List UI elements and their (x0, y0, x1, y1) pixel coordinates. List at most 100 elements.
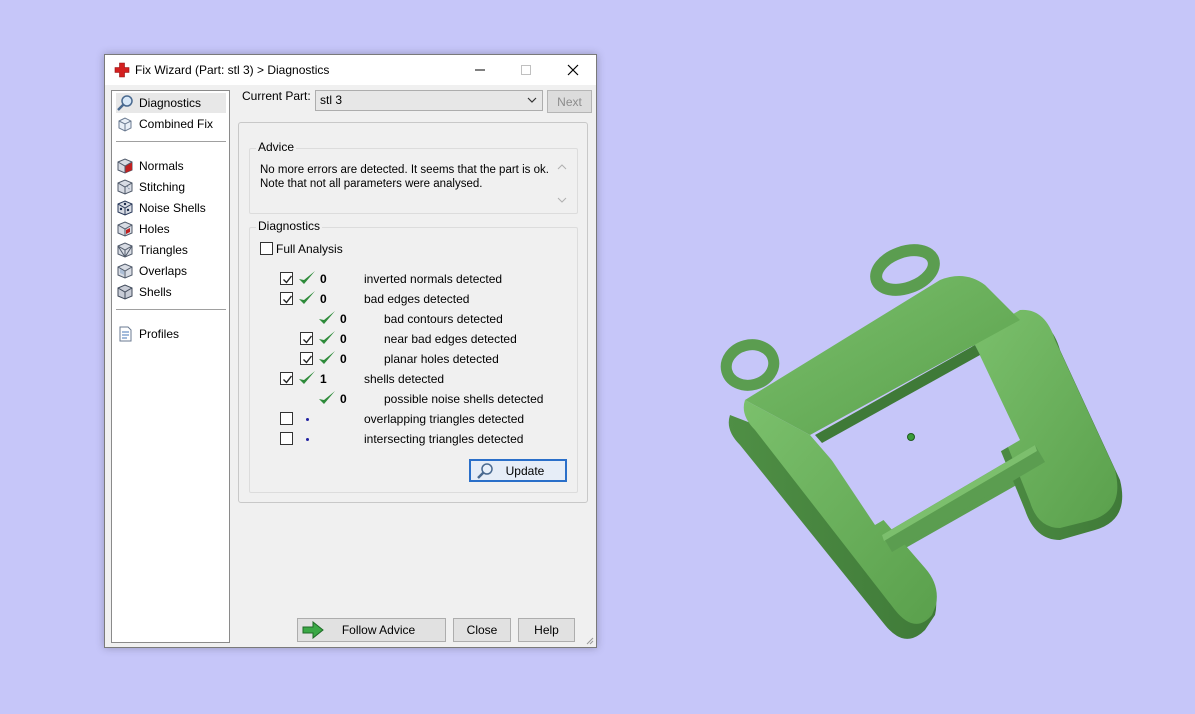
near-bad-edges-label: near bad edges detected (384, 332, 517, 346)
inverted-normals-checkbox[interactable] (280, 272, 293, 285)
nav-item-holes[interactable]: Holes (116, 219, 226, 239)
planar-holes-count: 0 (340, 352, 347, 366)
nav-item-label: Combined Fix (139, 117, 214, 131)
near-bad-edges-count: 0 (340, 332, 347, 346)
nav-item-label: Triangles (139, 243, 188, 257)
ok-check-icon (319, 351, 335, 364)
close-icon (567, 64, 579, 76)
intersecting-triangles-label: intersecting triangles detected (364, 432, 524, 446)
nav-item-noise-shells[interactable]: Noise Shells (116, 198, 226, 218)
green-arrow-icon (302, 621, 324, 639)
nav-item-label: Diagnostics (139, 96, 202, 110)
nav-item-diagnostics[interactable]: Diagnostics (116, 93, 226, 113)
ok-check-icon (299, 291, 315, 304)
inverted-normals-label: inverted normals detected (364, 272, 503, 286)
diagnostics-title: Diagnostics (256, 219, 323, 233)
shells-label: shells detected (364, 372, 445, 386)
ok-check-icon (319, 311, 335, 324)
overlapping-triangles-label: overlapping triangles detected (364, 412, 525, 426)
minimize-button[interactable] (457, 55, 503, 85)
advice-title: Advice (256, 140, 297, 154)
intersecting-triangles-checkbox[interactable] (280, 432, 293, 445)
current-part-value: stl 3 (320, 93, 343, 107)
next-button[interactable]: Next (547, 90, 592, 113)
nav-item-label: Normals (139, 159, 184, 173)
advice-group: Advice No more errors are detected. It s… (249, 140, 578, 214)
bad-contours-count: 0 (340, 312, 347, 326)
checkmark-icon (303, 335, 313, 344)
window-title: Fix Wizard (Part: stl 3) > Diagnostics (135, 63, 330, 77)
help-button[interactable]: Help (518, 618, 575, 642)
normals-cube-icon (117, 158, 133, 174)
ok-check-icon (319, 391, 335, 404)
stl-part-3d-model[interactable] (700, 230, 1140, 670)
nav-divider (116, 309, 226, 310)
title-bar[interactable]: Fix Wizard (Part: stl 3) > Diagnostics (105, 55, 596, 85)
nav-item-shells[interactable]: Shells (116, 282, 226, 302)
bad-edges-count: 0 (320, 292, 327, 306)
close-button[interactable]: Close (453, 618, 511, 642)
maximize-button[interactable] (503, 55, 549, 85)
noise-shells-count: 0 (340, 392, 347, 406)
nav-item-label: Holes (139, 222, 170, 236)
full-analysis-checkbox[interactable] (260, 242, 273, 255)
current-part-select[interactable]: stl 3 (315, 90, 543, 111)
nav-item-label: Noise Shells (139, 201, 206, 215)
nav-item-label: Profiles (139, 327, 180, 341)
checkmark-icon (303, 355, 313, 364)
combined-fix-icon (118, 117, 132, 132)
nav-item-normals[interactable]: Normals (116, 156, 226, 176)
close-window-button[interactable] (550, 55, 596, 85)
noise-shells-cube-icon (117, 200, 133, 216)
diagnostics-panel: Advice No more errors are detected. It s… (238, 122, 588, 503)
follow-advice-button[interactable]: Follow Advice (297, 618, 446, 642)
nav-item-combined-fix[interactable]: Combined Fix (116, 114, 226, 134)
nav-item-label: Shells (139, 285, 172, 299)
bad-edges-checkbox[interactable] (280, 292, 293, 305)
ok-check-icon (299, 271, 315, 284)
nav-item-overlaps[interactable]: Overlaps (116, 261, 226, 281)
overlapping-triangles-checkbox[interactable] (280, 412, 293, 425)
magnifier-icon (477, 463, 493, 479)
update-label: Update (505, 463, 545, 478)
pending-dot (306, 418, 309, 421)
full-analysis-label: Full Analysis (276, 242, 343, 256)
checkmark-icon (283, 295, 293, 304)
pivot-point (907, 433, 915, 441)
planar-holes-label: planar holes detected (384, 352, 499, 366)
advice-scrollbar[interactable] (555, 161, 569, 206)
nav-item-profiles[interactable]: Profiles (116, 324, 226, 344)
profiles-document-icon (119, 326, 132, 342)
current-part-label: Current Part: (242, 89, 311, 103)
bad-edges-label: bad edges detected (364, 292, 470, 306)
shells-cube-icon (117, 284, 133, 300)
noise-shells-label: possible noise shells detected (384, 392, 544, 406)
holes-cube-icon (117, 221, 133, 237)
magnifier-icon (117, 95, 133, 111)
pending-dot (306, 438, 309, 441)
fix-wizard-window: Fix Wizard (Part: stl 3) > Diagnostics D… (104, 54, 597, 648)
nav-item-stitching[interactable]: Stitching (116, 177, 226, 197)
diagnostics-group: Diagnostics Full Analysis 0 inverted nor… (249, 219, 578, 493)
planar-holes-checkbox[interactable] (300, 352, 313, 365)
shells-checkbox[interactable] (280, 372, 293, 385)
resize-grip-icon[interactable] (584, 635, 594, 645)
red-cross-icon (114, 62, 130, 78)
near-bad-edges-checkbox[interactable] (300, 332, 313, 345)
ok-check-icon (319, 331, 335, 344)
nav-item-label: Overlaps (139, 264, 188, 278)
wizard-nav: Diagnostics Combined Fix Normals Stitchi… (111, 90, 230, 643)
shells-count: 1 (320, 372, 327, 386)
stitching-cube-icon (117, 179, 133, 195)
overlaps-cube-icon (117, 263, 133, 279)
advice-text: No more errors are detected. It seems th… (260, 164, 549, 190)
nav-item-triangles[interactable]: Triangles (116, 240, 226, 260)
maximize-icon (521, 65, 531, 75)
ok-check-icon (299, 371, 315, 384)
bad-contours-label: bad contours detected (384, 312, 503, 326)
inverted-normals-count: 0 (320, 272, 327, 286)
triangles-cube-icon (117, 242, 133, 258)
update-button[interactable]: Update (469, 459, 567, 482)
minimize-icon (475, 69, 485, 71)
checkmark-icon (283, 375, 293, 384)
